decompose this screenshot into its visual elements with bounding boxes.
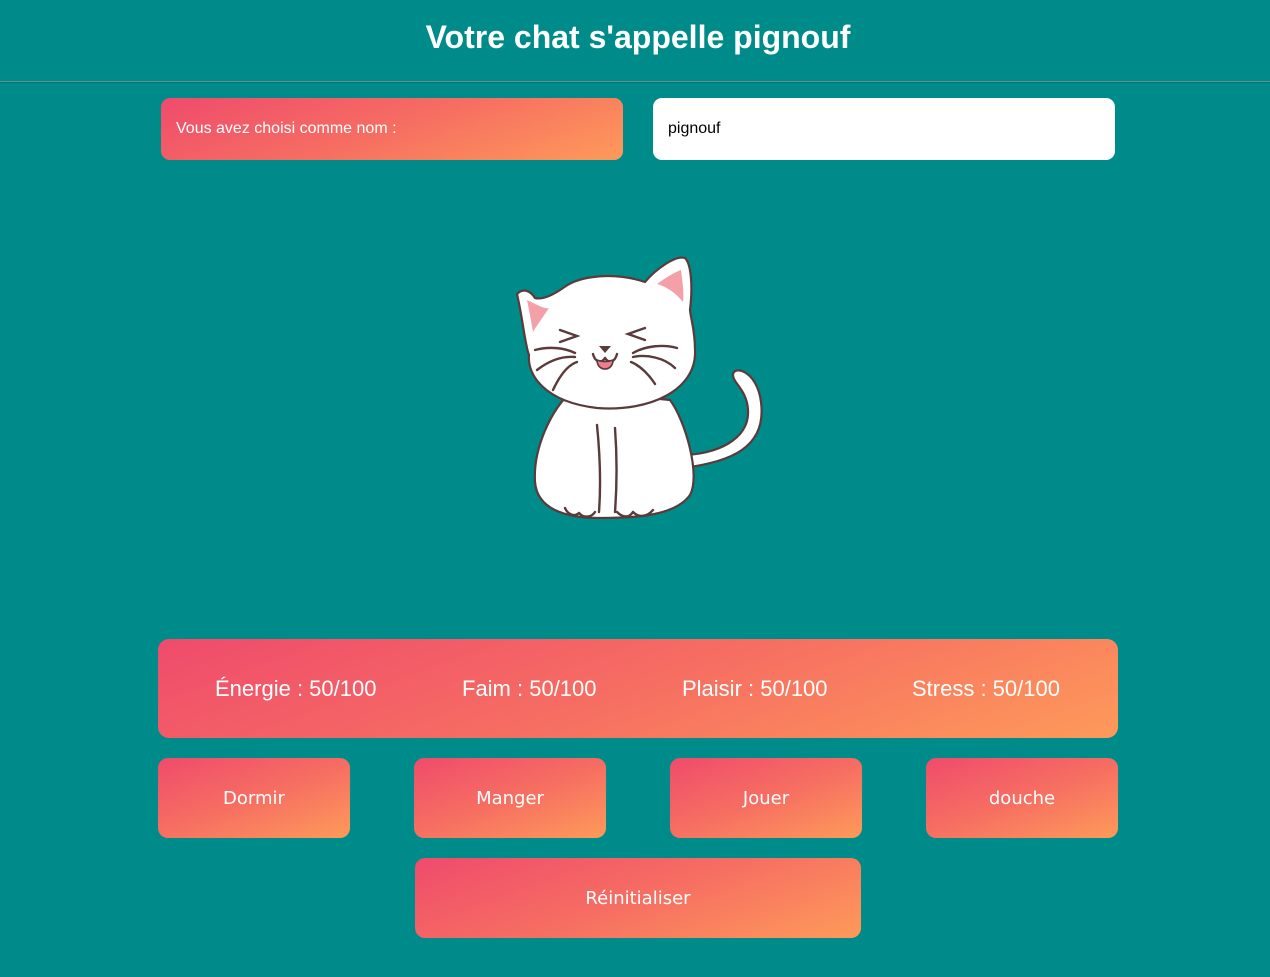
stat-hunger: Faim : 50/100 [462, 676, 597, 701]
shower-button[interactable]: douche [926, 758, 1118, 838]
name-label: Vous avez choisi comme nom : [161, 98, 623, 160]
stat-energy: Énergie : 50/100 [215, 676, 377, 701]
stats-panel: Énergie : 50/100 Faim : 50/100 Plaisir :… [158, 639, 1118, 738]
page-title: Votre chat s'appelle pignouf [425, 19, 851, 55]
stat-stress: Stress : 50/100 [912, 676, 1060, 701]
sleep-button[interactable]: Dormir [158, 758, 350, 838]
eat-button[interactable]: Manger [414, 758, 606, 838]
page-header: Votre chat s'appelle pignouf [0, 0, 1270, 82]
reset-button[interactable]: Réinitialiser [415, 858, 861, 938]
play-button[interactable]: Jouer [670, 758, 862, 838]
cat-name-input[interactable] [653, 98, 1115, 160]
cat-illustration [515, 256, 763, 520]
stat-pleasure: Plaisir : 50/100 [682, 676, 828, 701]
